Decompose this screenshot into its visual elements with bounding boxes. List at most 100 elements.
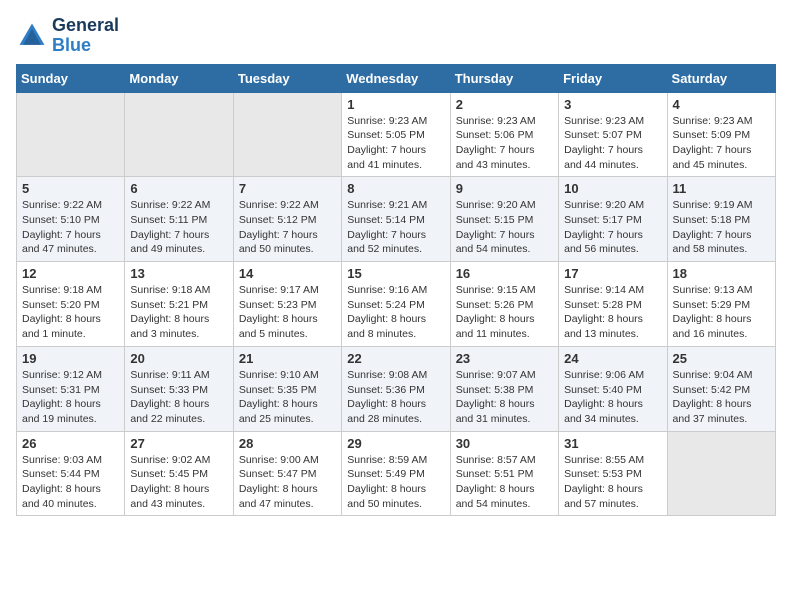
weekday-wednesday: Wednesday (342, 64, 450, 92)
day-number: 31 (564, 436, 661, 451)
weekday-saturday: Saturday (667, 64, 775, 92)
day-number: 10 (564, 181, 661, 196)
cell-daylight-info: Sunrise: 8:57 AM Sunset: 5:51 PM Dayligh… (456, 453, 553, 512)
calendar-cell: 23 Sunrise: 9:07 AM Sunset: 5:38 PM Dayli… (450, 346, 558, 431)
day-number: 2 (456, 97, 553, 112)
logo-icon (16, 20, 48, 52)
logo: General Blue (16, 16, 119, 56)
day-number: 25 (673, 351, 770, 366)
cell-daylight-info: Sunrise: 9:14 AM Sunset: 5:28 PM Dayligh… (564, 283, 661, 342)
calendar-cell: 24 Sunrise: 9:06 AM Sunset: 5:40 PM Dayli… (559, 346, 667, 431)
calendar-cell: 2 Sunrise: 9:23 AM Sunset: 5:06 PM Daylig… (450, 92, 558, 177)
calendar-cell: 7 Sunrise: 9:22 AM Sunset: 5:12 PM Daylig… (233, 177, 341, 262)
calendar-cell: 28Sunrise: 9:00 AM Sunset: 5:47 PM Dayli… (233, 431, 341, 516)
calendar-cell: 27 Sunrise: 9:02 AM Sunset: 5:45 PM Dayli… (125, 431, 233, 516)
cell-daylight-info: Sunrise: 9:23 AM Sunset: 5:05 PM Dayligh… (347, 114, 444, 173)
calendar-cell: 13 Sunrise: 9:18 AM Sunset: 5:21 PM Dayli… (125, 262, 233, 347)
cell-daylight-info: Sunrise: 9:16 AM Sunset: 5:24 PM Dayligh… (347, 283, 444, 342)
weekday-sunday: Sunday (17, 64, 125, 92)
cell-daylight-info: Sunrise: 9:10 AM Sunset: 5:35 PM Dayligh… (239, 368, 336, 427)
calendar-cell: 6Sunrise: 9:22 AM Sunset: 5:11 PM Daylig… (125, 177, 233, 262)
day-number: 14 (239, 266, 336, 281)
cell-daylight-info: Sunrise: 9:21 AM Sunset: 5:14 PM Dayligh… (347, 198, 444, 257)
cell-daylight-info: Sunrise: 9:13 AM Sunset: 5:29 PM Dayligh… (673, 283, 770, 342)
week-row-1: 1 Sunrise: 9:23 AM Sunset: 5:05 PM Daylig… (17, 92, 776, 177)
weekday-thursday: Thursday (450, 64, 558, 92)
calendar-cell: 15 Sunrise: 9:16 AM Sunset: 5:24 PM Dayli… (342, 262, 450, 347)
day-number: 3 (564, 97, 661, 112)
calendar-cell: 29Sunrise: 8:59 AM Sunset: 5:49 PM Dayli… (342, 431, 450, 516)
cell-daylight-info: Sunrise: 9:03 AM Sunset: 5:44 PM Dayligh… (22, 453, 119, 512)
calendar-cell (233, 92, 341, 177)
week-row-4: 19 Sunrise: 9:12 AM Sunset: 5:31 PM Dayli… (17, 346, 776, 431)
calendar-cell: 10 Sunrise: 9:20 AM Sunset: 5:17 PM Dayli… (559, 177, 667, 262)
cell-daylight-info: Sunrise: 9:11 AM Sunset: 5:33 PM Dayligh… (130, 368, 227, 427)
cell-daylight-info: Sunrise: 9:07 AM Sunset: 5:38 PM Dayligh… (456, 368, 553, 427)
week-row-2: 5 Sunrise: 9:22 AM Sunset: 5:10 PM Daylig… (17, 177, 776, 262)
day-number: 18 (673, 266, 770, 281)
day-number: 7 (239, 181, 336, 196)
calendar-cell: 9 Sunrise: 9:20 AM Sunset: 5:15 PM Daylig… (450, 177, 558, 262)
page-header: General Blue (16, 16, 776, 56)
calendar-cell: 8Sunrise: 9:21 AM Sunset: 5:14 PM Daylig… (342, 177, 450, 262)
cell-daylight-info: Sunrise: 9:23 AM Sunset: 5:06 PM Dayligh… (456, 114, 553, 173)
cell-daylight-info: Sunrise: 9:22 AM Sunset: 5:12 PM Dayligh… (239, 198, 336, 257)
calendar-cell: 14 Sunrise: 9:17 AM Sunset: 5:23 PM Dayli… (233, 262, 341, 347)
calendar-cell: 12 Sunrise: 9:18 AM Sunset: 5:20 PM Dayli… (17, 262, 125, 347)
calendar-cell: 17 Sunrise: 9:14 AM Sunset: 5:28 PM Dayli… (559, 262, 667, 347)
day-number: 13 (130, 266, 227, 281)
day-number: 17 (564, 266, 661, 281)
weekday-friday: Friday (559, 64, 667, 92)
calendar-body: 1 Sunrise: 9:23 AM Sunset: 5:05 PM Daylig… (17, 92, 776, 516)
cell-daylight-info: Sunrise: 9:23 AM Sunset: 5:07 PM Dayligh… (564, 114, 661, 173)
calendar-cell: 4 Sunrise: 9:23 AM Sunset: 5:09 PM Daylig… (667, 92, 775, 177)
day-number: 12 (22, 266, 119, 281)
cell-daylight-info: Sunrise: 9:20 AM Sunset: 5:15 PM Dayligh… (456, 198, 553, 257)
week-row-5: 26 Sunrise: 9:03 AM Sunset: 5:44 PM Dayli… (17, 431, 776, 516)
calendar-cell (667, 431, 775, 516)
cell-daylight-info: Sunrise: 9:20 AM Sunset: 5:17 PM Dayligh… (564, 198, 661, 257)
logo-text: General Blue (52, 16, 119, 56)
cell-daylight-info: Sunrise: 9:15 AM Sunset: 5:26 PM Dayligh… (456, 283, 553, 342)
day-number: 23 (456, 351, 553, 366)
day-number: 19 (22, 351, 119, 366)
day-number: 27 (130, 436, 227, 451)
day-number: 21 (239, 351, 336, 366)
cell-daylight-info: Sunrise: 9:12 AM Sunset: 5:31 PM Dayligh… (22, 368, 119, 427)
day-number: 5 (22, 181, 119, 196)
day-number: 24 (564, 351, 661, 366)
day-number: 26 (22, 436, 119, 451)
weekday-tuesday: Tuesday (233, 64, 341, 92)
cell-daylight-info: Sunrise: 9:22 AM Sunset: 5:11 PM Dayligh… (130, 198, 227, 257)
calendar-cell: 16Sunrise: 9:15 AM Sunset: 5:26 PM Dayli… (450, 262, 558, 347)
cell-daylight-info: Sunrise: 9:18 AM Sunset: 5:21 PM Dayligh… (130, 283, 227, 342)
cell-daylight-info: Sunrise: 9:18 AM Sunset: 5:20 PM Dayligh… (22, 283, 119, 342)
calendar-cell: 5 Sunrise: 9:22 AM Sunset: 5:10 PM Daylig… (17, 177, 125, 262)
week-row-3: 12 Sunrise: 9:18 AM Sunset: 5:20 PM Dayli… (17, 262, 776, 347)
weekday-monday: Monday (125, 64, 233, 92)
day-number: 22 (347, 351, 444, 366)
calendar-cell (17, 92, 125, 177)
calendar-cell: 18 Sunrise: 9:13 AM Sunset: 5:29 PM Dayli… (667, 262, 775, 347)
calendar: SundayMondayTuesdayWednesdayThursdayFrid… (16, 64, 776, 517)
calendar-cell: 21 Sunrise: 9:10 AM Sunset: 5:35 PM Dayli… (233, 346, 341, 431)
cell-daylight-info: Sunrise: 9:17 AM Sunset: 5:23 PM Dayligh… (239, 283, 336, 342)
day-number: 9 (456, 181, 553, 196)
cell-daylight-info: Sunrise: 8:59 AM Sunset: 5:49 PM Dayligh… (347, 453, 444, 512)
calendar-cell: 11Sunrise: 9:19 AM Sunset: 5:18 PM Dayli… (667, 177, 775, 262)
calendar-cell: 31 Sunrise: 8:55 AM Sunset: 5:53 PM Dayli… (559, 431, 667, 516)
cell-daylight-info: Sunrise: 8:55 AM Sunset: 5:53 PM Dayligh… (564, 453, 661, 512)
day-number: 1 (347, 97, 444, 112)
cell-daylight-info: Sunrise: 9:02 AM Sunset: 5:45 PM Dayligh… (130, 453, 227, 512)
calendar-cell: 22 Sunrise: 9:08 AM Sunset: 5:36 PM Dayli… (342, 346, 450, 431)
day-number: 15 (347, 266, 444, 281)
cell-daylight-info: Sunrise: 9:23 AM Sunset: 5:09 PM Dayligh… (673, 114, 770, 173)
day-number: 4 (673, 97, 770, 112)
cell-daylight-info: Sunrise: 9:06 AM Sunset: 5:40 PM Dayligh… (564, 368, 661, 427)
day-number: 28 (239, 436, 336, 451)
cell-daylight-info: Sunrise: 9:08 AM Sunset: 5:36 PM Dayligh… (347, 368, 444, 427)
weekday-header-row: SundayMondayTuesdayWednesdayThursdayFrid… (17, 64, 776, 92)
cell-daylight-info: Sunrise: 9:22 AM Sunset: 5:10 PM Dayligh… (22, 198, 119, 257)
cell-daylight-info: Sunrise: 9:04 AM Sunset: 5:42 PM Dayligh… (673, 368, 770, 427)
day-number: 11 (673, 181, 770, 196)
